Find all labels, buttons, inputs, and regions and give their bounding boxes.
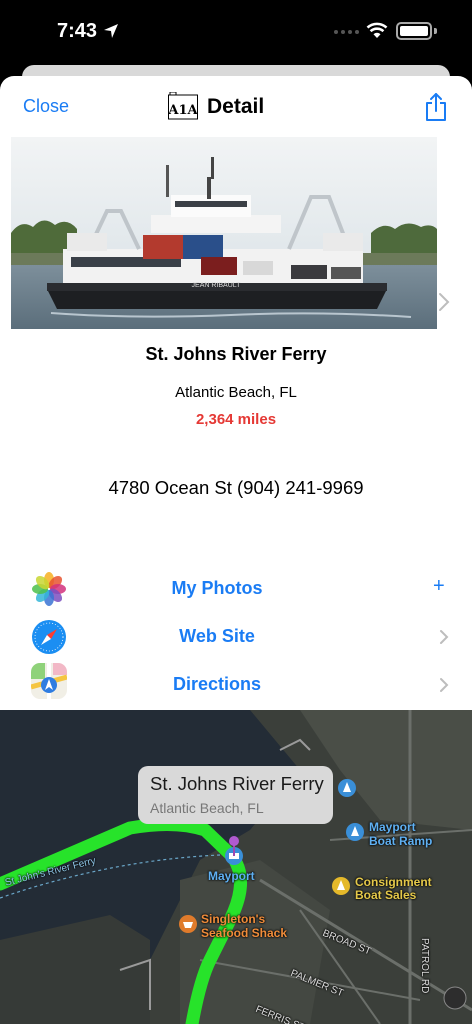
map-label: Mayport — [369, 820, 416, 834]
navigation-bar: Close A1A Detail — [0, 76, 472, 136]
cellular-signal-icon — [334, 30, 359, 34]
callout-title: St. Johns River Ferry — [150, 773, 324, 794]
share-icon[interactable] — [424, 92, 448, 122]
web-site-label: Web Site — [179, 626, 255, 646]
callout-subtitle: Atlantic Beach, FL — [150, 800, 264, 816]
web-site-row[interactable]: Web Site — [0, 615, 472, 663]
battery-cap — [434, 28, 437, 34]
chevron-right-icon — [440, 630, 449, 644]
battery-icon — [396, 22, 432, 40]
map-label: Boat Ramp — [369, 834, 433, 848]
a1a-logo-icon: A1A — [168, 92, 198, 120]
add-photo-button[interactable]: + — [433, 575, 445, 598]
vessel-name: JEAN RIBAULT — [192, 282, 242, 289]
map-label: PATROL RD — [419, 938, 430, 994]
my-photos-label: My Photos — [171, 578, 263, 598]
wifi-icon — [366, 22, 388, 38]
place-city: Atlantic Beach, FL — [175, 384, 297, 401]
directions-row[interactable]: Directions — [0, 663, 472, 710]
hero-photo[interactable]: JEAN RIBAULT — [11, 137, 437, 329]
status-time: 7:43 — [57, 20, 98, 42]
map-label: Singleton's — [201, 912, 266, 926]
status-bar: 7:43 — [0, 0, 472, 64]
detail-sheet: Close A1A Detail JEAN RIBAULT St. Johns … — [0, 76, 472, 710]
map-label: Boat Sales — [355, 888, 417, 902]
directions-label: Directions — [172, 674, 262, 694]
ferry-illustration: JEAN RIBAULT — [11, 137, 437, 329]
location-arrow-icon — [104, 24, 118, 38]
my-photos-row[interactable]: My Photos + — [0, 567, 472, 615]
chevron-right-icon — [440, 678, 449, 692]
svg-text:A1A: A1A — [168, 103, 198, 118]
place-distance: 2,364 miles — [195, 411, 277, 428]
map-view[interactable]: St. Johns River Ferry Atlantic Beach, FL… — [0, 710, 472, 1024]
map-label: Consignment — [355, 875, 432, 889]
chevron-right-icon[interactable] — [437, 291, 451, 313]
map-label: Mayport — [208, 869, 255, 883]
place-name: St. Johns River Ferry — [145, 344, 327, 364]
page-title: Detail — [207, 95, 265, 118]
close-button[interactable]: Close — [23, 96, 69, 117]
map-callout[interactable]: St. Johns River Ferry Atlantic Beach, FL — [138, 766, 333, 824]
address-phone[interactable]: 4780 Ocean St (904) 241-9969 — [0, 477, 472, 499]
map-label: Seafood Shack — [201, 926, 288, 940]
